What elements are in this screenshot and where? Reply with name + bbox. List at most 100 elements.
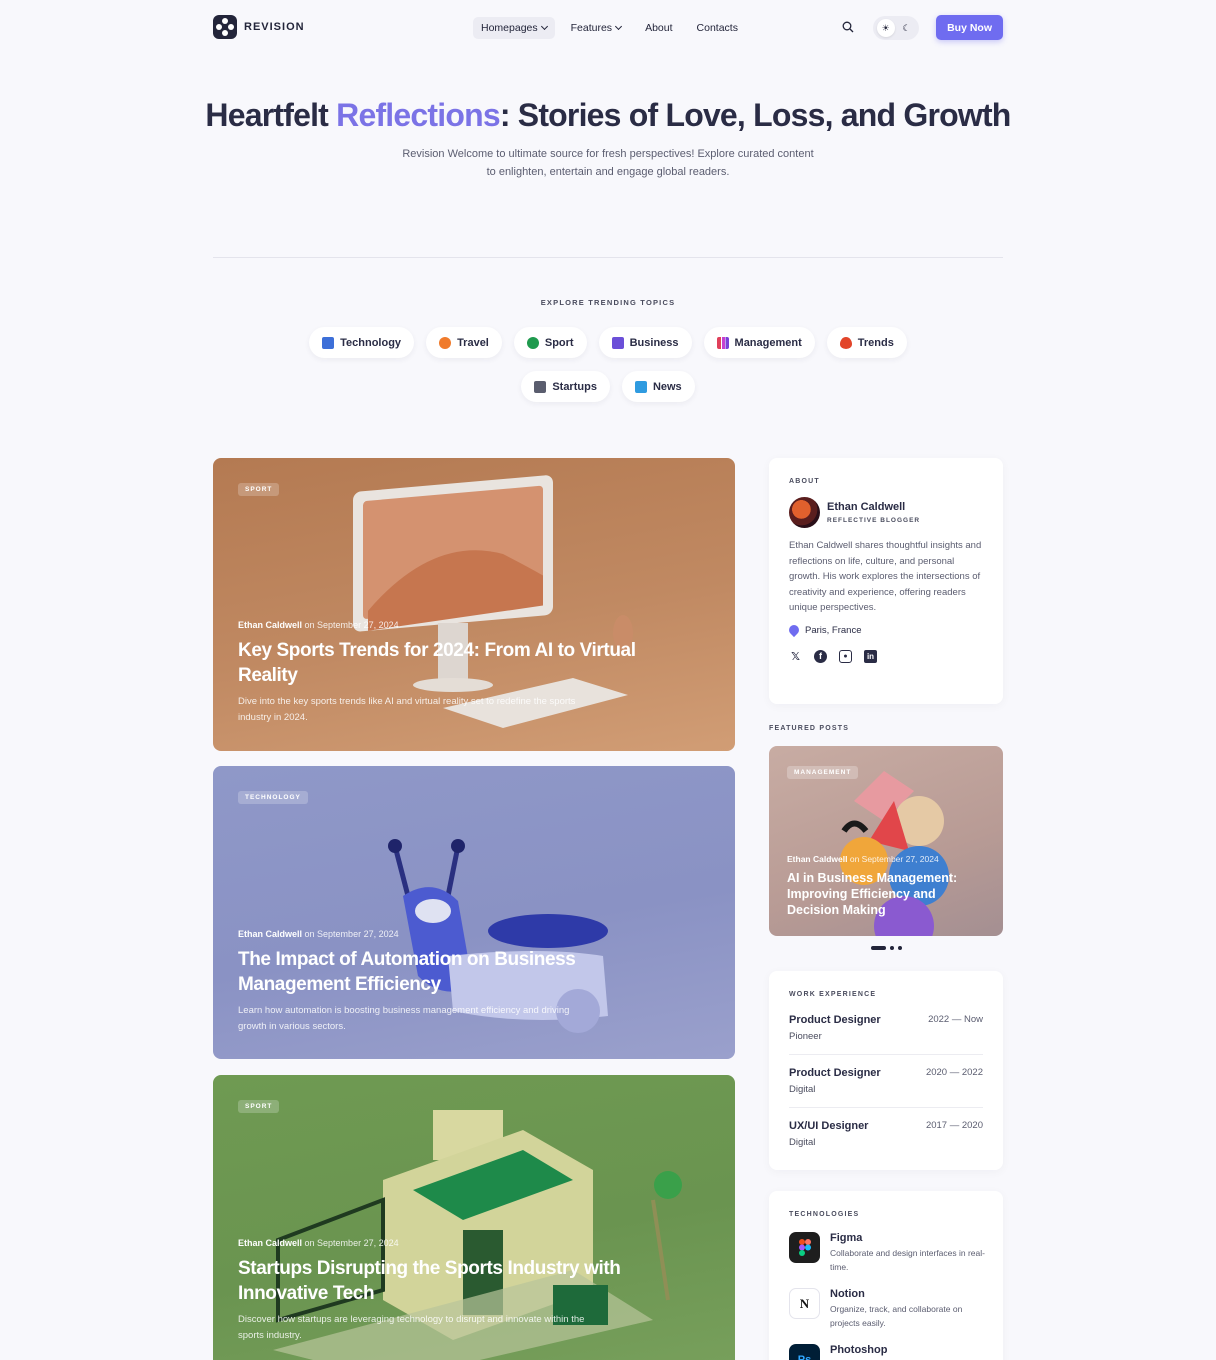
bar-chart-icon [716, 336, 729, 349]
topic-technology[interactable]: Technology [309, 327, 415, 358]
job-title: Product Designer [789, 1014, 881, 1026]
nav-label: Features [570, 22, 613, 34]
post-card[interactable]: SPORT Ethan Caldwell on September 27, 20… [213, 1075, 735, 1360]
topics-label: EXPLORE TRENDING TOPICS [540, 298, 676, 307]
job-item: Product Designer Digital 2020 — 2022 [789, 1055, 983, 1108]
post-card[interactable]: SPORT Ethan Caldwell on September 27, 20… [213, 458, 735, 751]
fire-icon [839, 336, 852, 349]
topics-row: Technology Travel Sport Business Managem… [0, 327, 1216, 358]
job-years: 2022 — Now [928, 1014, 983, 1025]
post-author[interactable]: Ethan Caldwell [238, 1238, 302, 1248]
nav-contacts[interactable]: Contacts [689, 17, 746, 39]
linkedin-icon[interactable]: in [864, 649, 877, 663]
tool-description: Organize, track, and collaborate on proj… [830, 1304, 963, 1328]
buy-now-button[interactable]: Buy Now [936, 15, 1003, 40]
hero: Heartfelt Reflections: Stories of Love, … [0, 95, 1216, 181]
post-card[interactable]: TECHNOLOGY Ethan Caldwell on September 2… [213, 766, 735, 1059]
post-title[interactable]: The Impact of Automation on Business Man… [238, 947, 638, 997]
job-company: Digital [789, 1084, 816, 1095]
topic-trends[interactable]: Trends [826, 327, 907, 358]
topic-label: Management [734, 336, 802, 349]
topic-travel[interactable]: Travel [426, 327, 502, 358]
job-years: 2017 — 2020 [925, 1120, 983, 1131]
post-title[interactable]: AI in Business Management: Improving Eff… [787, 870, 977, 918]
instagram-icon[interactable]: ● [839, 649, 852, 663]
post-title[interactable]: Startups Disrupting the Sports Industry … [238, 1256, 638, 1306]
tool-item[interactable]: N Notion Organize, track, and collaborate… [789, 1288, 983, 1330]
page-title: Heartfelt Reflections: Stories of Love, … [205, 97, 1011, 133]
facebook-icon[interactable]: f [814, 649, 827, 663]
post-tag[interactable]: TECHNOLOGY [238, 791, 308, 804]
topic-sport[interactable]: Sport [513, 327, 587, 358]
post-description: Discover how startups are leveraging tec… [238, 1314, 585, 1341]
post-author[interactable]: Ethan Caldwell [238, 620, 302, 630]
moon-icon[interactable]: ☾ [898, 19, 916, 37]
figma-icon [789, 1232, 820, 1263]
search-icon[interactable] [842, 21, 854, 33]
briefcase-icon [611, 336, 624, 349]
tool-description: Collaborate and design interfaces in rea… [830, 1248, 985, 1272]
post-tag[interactable]: SPORT [238, 483, 280, 496]
post-meta: Ethan Caldwell on September 27, 2024 [238, 620, 399, 630]
job-item: Product Designer Pioneer 2022 — Now [789, 1002, 983, 1055]
topic-startups[interactable]: Startups [521, 371, 610, 402]
job-company: Digital [789, 1137, 816, 1148]
nav-label: About [645, 22, 673, 34]
job-title: UX/UI Designer [789, 1120, 869, 1132]
topic-label: Sport [544, 336, 574, 349]
site-header: REVISION Homepages Features About Contac… [213, 14, 1003, 42]
nav-features[interactable]: Features [563, 17, 629, 39]
post-tag[interactable]: MANAGEMENT [787, 766, 859, 779]
post-author[interactable]: Ethan Caldwell [787, 854, 847, 864]
post-date: on September 27, 2024 [304, 929, 399, 939]
topic-label: Startups [552, 380, 597, 393]
post-meta: Ethan Caldwell on September 27, 2024 [238, 929, 399, 939]
tool-item[interactable]: Ps Photoshop [789, 1344, 983, 1360]
ball-icon [526, 336, 539, 349]
avatar[interactable] [789, 497, 820, 528]
nav-about[interactable]: About [637, 17, 680, 39]
post-description: Dive into the key sports trends like AI … [238, 696, 576, 723]
chevron-down-icon [540, 22, 548, 31]
location: Paris, France [786, 622, 983, 638]
carousel-dot[interactable] [898, 946, 902, 950]
work-experience-card: WORK EXPERIENCE Product Designer Pioneer … [769, 971, 1003, 1170]
x-twitter-icon[interactable]: 𝕏 [789, 650, 802, 663]
post-date: on September 27, 2024 [304, 1238, 399, 1248]
topic-business[interactable]: Business [598, 327, 692, 358]
nav-homepages[interactable]: Homepages [473, 17, 555, 39]
notion-icon: N [789, 1288, 820, 1319]
theme-toggle[interactable]: ☀ ☾ [873, 16, 919, 40]
about-label: ABOUT [789, 478, 820, 485]
topic-management[interactable]: Management [703, 327, 815, 358]
carousel-dots [871, 946, 902, 950]
tool-item[interactable]: Figma Collaborate and design interfaces i… [789, 1232, 985, 1274]
topic-label: News [652, 380, 682, 393]
post-description: Learn how automation is boosting busines… [238, 1005, 570, 1032]
topic-news[interactable]: News [621, 371, 695, 402]
job-years: 2020 — 2022 [925, 1067, 983, 1078]
post-title[interactable]: Key Sports Trends for 2024: From AI to V… [238, 638, 638, 688]
brand-logo[interactable]: REVISION [213, 15, 305, 39]
featured-post-card[interactable]: MANAGEMENT Ethan Caldwell on September 2… [769, 746, 1003, 936]
nav-label: Homepages [481, 22, 538, 34]
author-name[interactable]: Ethan Caldwell [827, 501, 920, 513]
location-text: Paris, France [805, 624, 862, 636]
carousel-dot[interactable] [871, 946, 886, 950]
document-icon [634, 380, 647, 393]
sun-icon[interactable]: ☀ [876, 19, 895, 37]
social-links: 𝕏 f ● in [789, 649, 983, 663]
job-item: UX/UI Designer Digital 2017 — 2020 [789, 1108, 983, 1160]
hero-subtitle: Revision Welcome to ultimate source for … [402, 148, 814, 178]
main-nav: Homepages Features About Contacts [473, 17, 746, 39]
author[interactable]: Ethan Caldwell REFLECTIVE BLOGGER [789, 497, 983, 528]
post-tag[interactable]: SPORT [238, 1100, 280, 1113]
laptop-icon [322, 336, 335, 349]
divider [213, 257, 1003, 258]
work-experience-label: WORK EXPERIENCE [789, 991, 877, 998]
carousel-dot[interactable] [890, 946, 894, 950]
post-author[interactable]: Ethan Caldwell [238, 929, 302, 939]
job-title: Product Designer [789, 1067, 881, 1079]
topic-label: Trends [857, 336, 894, 349]
chevron-down-icon [615, 22, 623, 31]
